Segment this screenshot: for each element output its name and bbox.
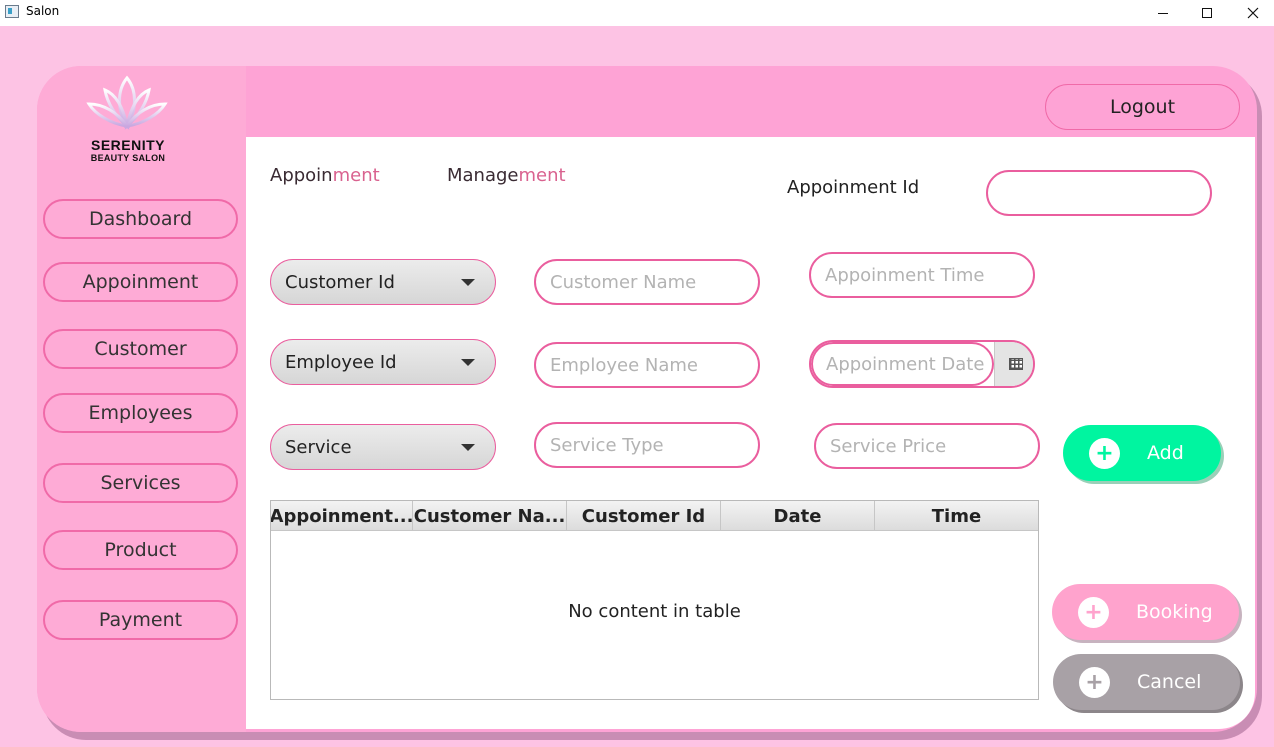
window-title: Salon	[26, 4, 60, 18]
sidebar-item-customer[interactable]: Customer	[43, 329, 238, 369]
table-header: Appoinment... Customer Na... Customer Id…	[271, 501, 1038, 531]
sidebar-item-product[interactable]: Product	[43, 530, 238, 570]
service-combo[interactable]: Service	[270, 424, 496, 470]
column-header-appointment[interactable]: Appoinment...	[271, 501, 413, 531]
add-button-label: Add	[1147, 442, 1184, 464]
close-button[interactable]	[1230, 0, 1274, 26]
employee-id-combo[interactable]: Employee Id	[270, 339, 496, 385]
appointment-date-field[interactable]: Appoinment Date	[811, 342, 994, 386]
chevron-down-icon	[461, 278, 475, 286]
plus-icon: +	[1078, 596, 1109, 628]
sidebar-item-appointment[interactable]: Appoinment	[43, 262, 238, 302]
plus-icon: +	[1089, 437, 1120, 469]
heading-appointment-pink: ment	[332, 165, 380, 186]
appointment-id-field[interactable]	[986, 170, 1212, 216]
cancel-button[interactable]: + Cancel	[1053, 654, 1240, 710]
heading-appointment-dark: Appoin	[270, 165, 333, 186]
customer-id-combo[interactable]: Customer Id	[270, 259, 496, 305]
window-title-bar: Salon	[0, 0, 1274, 26]
sidebar-item-payment[interactable]: Payment	[43, 600, 238, 640]
employee-id-combo-label: Employee Id	[285, 351, 397, 373]
minimize-icon	[1158, 12, 1168, 14]
sidebar-item-employees[interactable]: Employees	[43, 393, 238, 433]
heading-management: Management	[447, 165, 566, 186]
app-icon	[5, 5, 19, 18]
lotus-icon	[86, 75, 168, 130]
heading-appointment: Appoinment	[270, 165, 380, 186]
appointment-id-label: Appoinment Id	[787, 177, 920, 198]
customer-id-combo-label: Customer Id	[285, 271, 395, 293]
booking-button[interactable]: + Booking	[1052, 584, 1239, 640]
service-price-field[interactable]: Service Price	[814, 423, 1040, 469]
maximize-icon	[1202, 8, 1212, 18]
brand-subtitle: BEAUTY SALON	[90, 153, 166, 163]
heading-management-dark: Manage	[447, 165, 519, 186]
appointment-date-picker[interactable]: Appoinment Date	[809, 340, 1035, 388]
column-header-customer-name[interactable]: Customer Na...	[413, 501, 567, 531]
heading-management-pink: ment	[518, 165, 566, 186]
employee-name-field[interactable]: Employee Name	[534, 342, 760, 388]
sidebar-item-services[interactable]: Services	[43, 463, 238, 503]
content-panel: Appoinment Management Appoinment Id Cust…	[246, 137, 1255, 729]
chevron-down-icon	[461, 443, 475, 451]
date-picker-button[interactable]	[994, 342, 1033, 386]
logout-button[interactable]: Logout	[1045, 84, 1240, 130]
chevron-down-icon	[461, 358, 475, 366]
close-icon	[1247, 7, 1259, 19]
sidebar: SERENITY BEAUTY SALON Dashboard Appoinme…	[37, 66, 246, 732]
add-button[interactable]: + Add	[1063, 425, 1221, 481]
booking-button-label: Booking	[1136, 601, 1213, 623]
column-header-customer-id[interactable]: Customer Id	[567, 501, 721, 531]
sidebar-item-dashboard[interactable]: Dashboard	[43, 199, 238, 239]
plus-icon: +	[1079, 666, 1110, 698]
column-header-time[interactable]: Time	[875, 501, 1038, 531]
brand-name: SERENITY	[90, 137, 165, 153]
maximize-button[interactable]	[1184, 0, 1230, 26]
appointment-time-field[interactable]: Appoinment Time	[809, 252, 1035, 298]
main-card: SERENITY BEAUTY SALON Dashboard Appoinme…	[37, 66, 1257, 732]
appointments-table[interactable]: Appoinment... Customer Na... Customer Id…	[270, 500, 1039, 700]
cancel-button-label: Cancel	[1137, 671, 1202, 693]
table-empty-message: No content in table	[568, 601, 741, 622]
service-type-field[interactable]: Service Type	[534, 422, 760, 468]
minimize-button[interactable]	[1140, 0, 1186, 26]
customer-name-field[interactable]: Customer Name	[534, 259, 760, 305]
service-combo-label: Service	[285, 436, 352, 458]
column-header-date[interactable]: Date	[721, 501, 875, 531]
calendar-icon	[1009, 358, 1023, 370]
